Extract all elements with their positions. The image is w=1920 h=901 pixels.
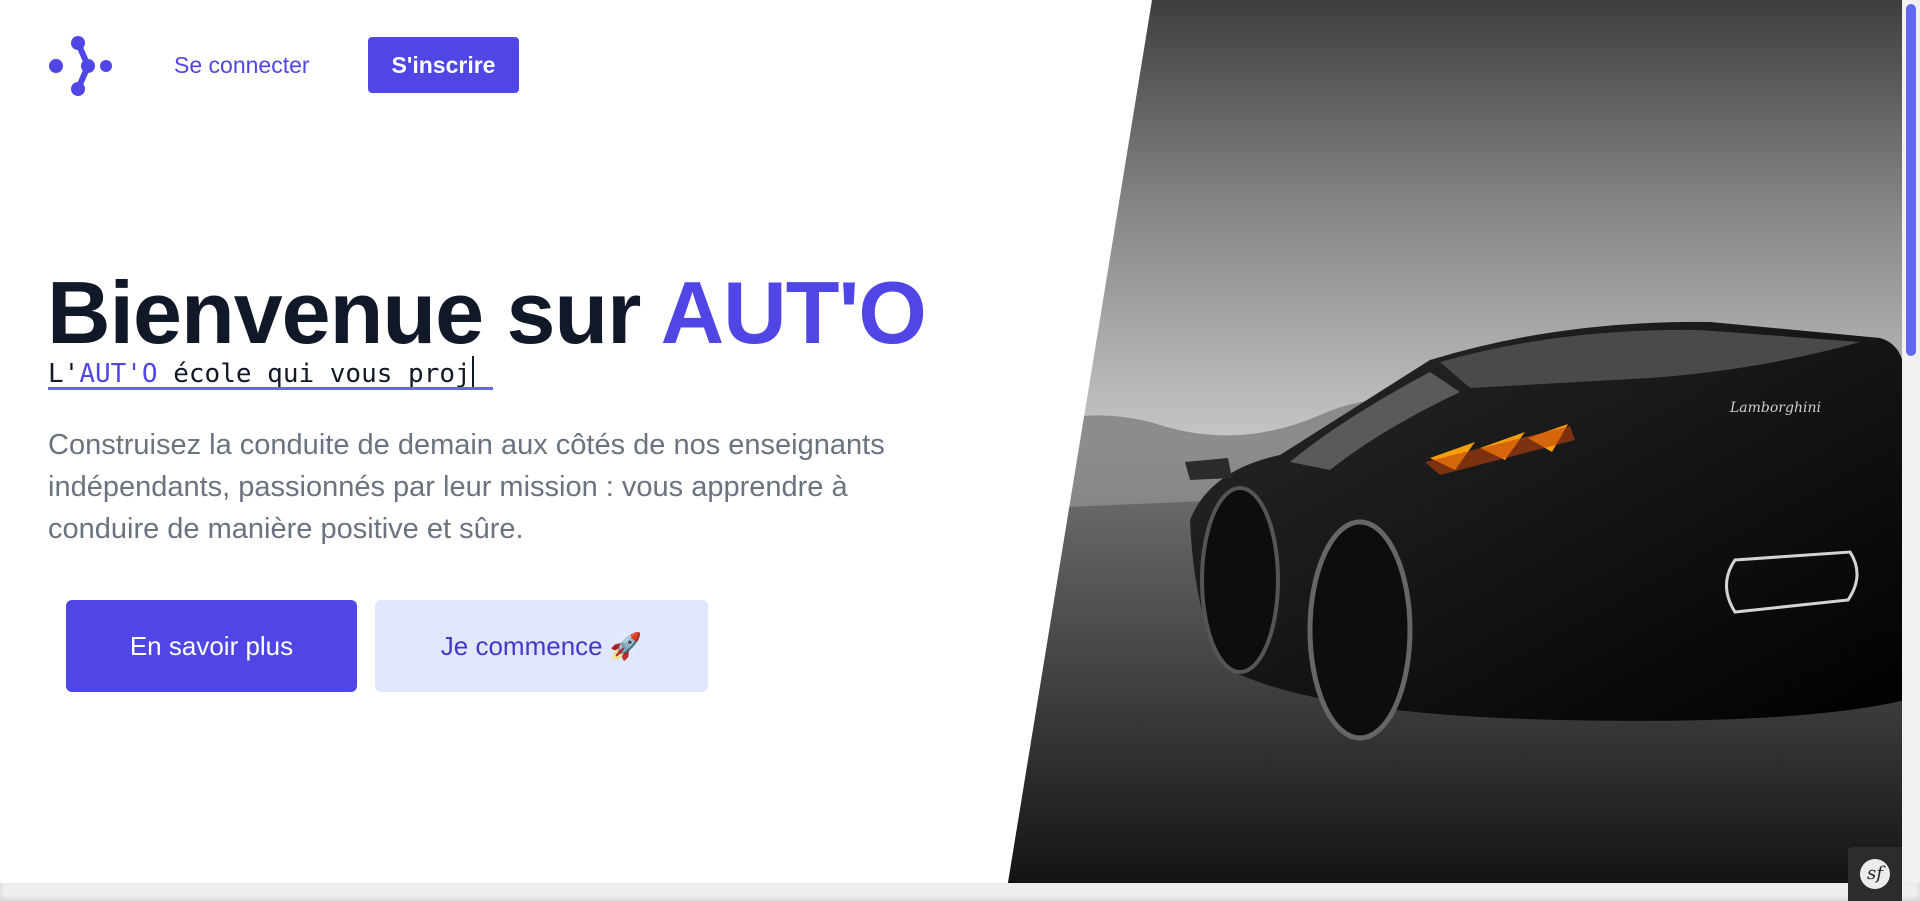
landing-page: Lamborghini Se connecter S'inscrire Bien…: [0, 0, 1920, 883]
typing-caret: [471, 356, 474, 388]
svg-text:Lamborghini: Lamborghini: [1729, 400, 1821, 416]
typed-prefix: L': [48, 359, 80, 389]
hero-title-prefix: Bienvenue sur: [47, 263, 661, 362]
symfony-icon: sf: [1860, 859, 1890, 889]
typed-suffix: école qui vous proj: [157, 359, 471, 389]
signup-button[interactable]: S'inscrire: [368, 37, 519, 93]
symfony-toolbar-toggle[interactable]: sf: [1848, 847, 1902, 901]
login-link[interactable]: Se connecter: [174, 52, 310, 79]
get-started-button[interactable]: Je commence 🚀: [375, 600, 708, 692]
typed-tagline: L'AUT'O école qui vous proj: [48, 356, 474, 389]
typed-brand-link[interactable]: AUT'O: [79, 359, 157, 389]
tagline-underline: [48, 387, 493, 390]
hero-title: Bienvenue sur AUT'O: [47, 258, 927, 368]
dots-logo-icon[interactable]: [48, 36, 114, 96]
learn-more-button[interactable]: En savoir plus: [66, 600, 357, 692]
hero-title-brand: AUT'O: [660, 263, 927, 362]
bottom-edge: [0, 883, 1920, 901]
hero-description: Construisez la conduite de demain aux cô…: [48, 429, 885, 545]
scrollbar-thumb[interactable]: [1906, 4, 1916, 356]
